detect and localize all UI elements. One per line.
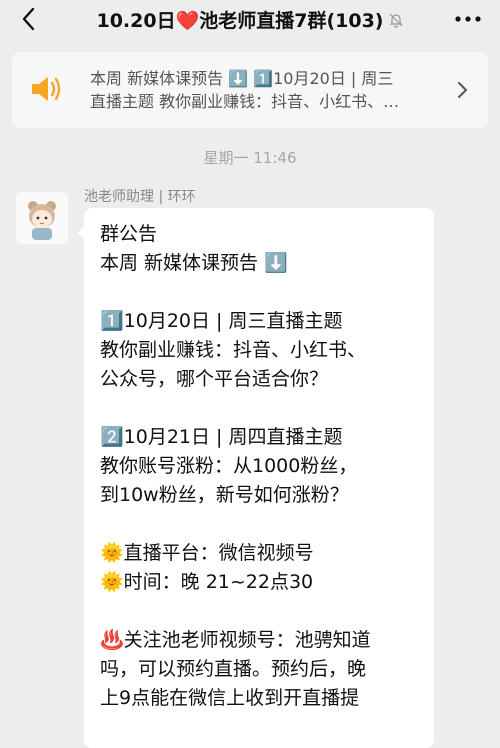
message-line: 🌞直播平台：微信视频号 [100,542,314,564]
chat-title-wrap: 10.20日❤️池老师直播7群(103) [60,6,440,33]
avatar-girl-icon [16,192,68,244]
more-options-button[interactable] [454,8,482,30]
message-line: 🌞时间：晚 21~22点30 [100,571,314,593]
message-line: 本周 新媒体课预告 ⬇️ [100,252,288,274]
message-line: 群公告 [100,223,158,245]
message-line: 上9点能在微信上收到开直播提 [100,687,360,709]
message-bubble[interactable]: 群公告本周 新媒体课预告 ⬇️ 1️⃣10月20日 | 周三直播主题教你副业赚钱：… [77,208,434,748]
message-line: 教你账号涨粉：从1000粉丝， [100,455,358,477]
message-timestamp: 星期一 11:46 [203,149,297,167]
message-line: ♨️关注池老师视频号：池骋知道 [100,629,371,651]
announcement-line-1: 本周 新媒体课预告 ⬇️ 1️⃣10月20日 | 周三 [90,69,394,88]
sender-name: 池老师助理 | 环环 [84,189,196,205]
message-line: 到10w粉丝，新号如何涨粉？ [100,484,349,506]
group-announcement-bar[interactable]: 本周 新媒体课预告 ⬇️ 1️⃣10月20日 | 周三 直播主题 教你副业赚钱：… [12,52,488,128]
message-line: 2️⃣10月21日 | 周四直播主题 [100,426,343,448]
message-line: 教你副业赚钱：抖音、小红书、 [100,339,367,361]
more-dots-icon [455,16,481,22]
back-button[interactable] [14,4,42,34]
avatar[interactable] [16,192,68,244]
speaker-icon [32,77,61,101]
announcement-text: 本周 新媒体课预告 ⬇️ 1️⃣10月20日 | 周三 直播主题 教你副业赚钱：… [90,67,450,113]
message-line: 1️⃣10月20日 | 周三直播主题 [100,310,343,332]
announcement-line-2: 直播主题 教你副业赚钱：抖音、小红书、… [90,92,400,111]
chat-title: 10.20日❤️池老师直播7群(103) [96,10,384,32]
chevron-left-icon [22,7,35,31]
mute-bell-icon [389,13,402,28]
chevron-right-icon [458,82,467,98]
message-line: 吗，可以预约直播。预约后，晚 [100,658,367,680]
message-line: 公众号，哪个平台适合你？ [100,368,329,390]
chat-header: 10.20日❤️池老师直播7群(103) [0,0,500,40]
